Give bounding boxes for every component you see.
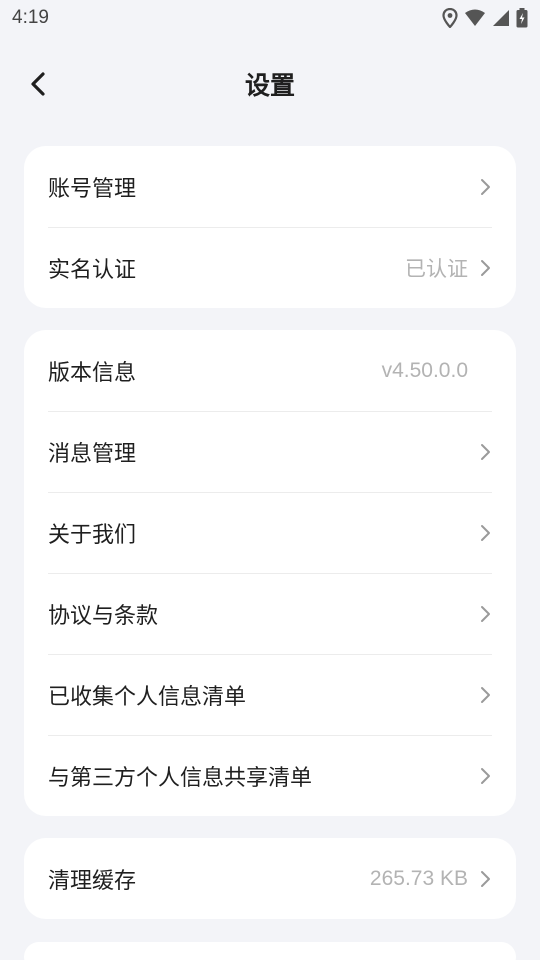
row-message-management[interactable]: 消息管理 [24, 411, 516, 492]
back-button[interactable] [22, 68, 54, 100]
chevron-right-icon [481, 605, 490, 622]
version-value: v4.50.0.0 [381, 358, 468, 382]
row-label: 关于我们 [48, 522, 137, 548]
chevron-right-icon [481, 524, 490, 541]
location-icon [442, 8, 458, 28]
status-bar: 4:19 [0, 0, 540, 36]
row-real-name-verification[interactable]: 实名认证 已认证 [24, 227, 516, 308]
status-icons [442, 8, 528, 28]
row-label: 实名认证 [48, 257, 137, 283]
signal-icon [492, 9, 510, 27]
chevron-right-icon [481, 686, 490, 703]
header: 设置 [0, 54, 540, 114]
row-label: 已收集个人信息清单 [48, 684, 247, 710]
page-title: 设置 [244, 71, 295, 100]
settings-group-next [24, 942, 516, 960]
chevron-right-icon [481, 443, 490, 460]
verification-status: 已认证 [405, 257, 468, 281]
settings-group-info: 版本信息 v4.50.0.0 消息管理 关于我们 协议与条款 已收集个人信息清单… [24, 330, 516, 816]
row-label: 消息管理 [48, 441, 137, 467]
settings-group-cache: 清理缓存 265.73 KB [24, 838, 516, 919]
wifi-icon [464, 9, 486, 27]
row-version-info[interactable]: 版本信息 v4.50.0.0 [24, 330, 516, 411]
chevron-right-icon [481, 178, 490, 195]
chevron-left-icon [31, 72, 45, 96]
settings-group-account: 账号管理 实名认证 已认证 [24, 146, 516, 308]
row-label: 与第三方个人信息共享清单 [48, 765, 313, 791]
chevron-right-icon [481, 767, 490, 784]
chevron-right-icon [481, 259, 490, 276]
row-label: 版本信息 [48, 360, 137, 386]
row-label: 账号管理 [48, 176, 137, 202]
chevron-right-icon [481, 870, 490, 887]
row-agreements-terms[interactable]: 协议与条款 [24, 573, 516, 654]
row-collected-personal-info[interactable]: 已收集个人信息清单 [24, 654, 516, 735]
row-clear-cache[interactable]: 清理缓存 265.73 KB [24, 838, 516, 919]
battery-charging-icon [516, 8, 528, 28]
row-third-party-sharing[interactable]: 与第三方个人信息共享清单 [24, 735, 516, 816]
cache-size: 265.73 KB [369, 866, 468, 890]
row-label: 清理缓存 [48, 868, 137, 894]
row-label: 协议与条款 [48, 603, 159, 629]
row-about-us[interactable]: 关于我们 [24, 492, 516, 573]
status-time: 4:19 [12, 7, 49, 28]
row-account-management[interactable]: 账号管理 [24, 146, 516, 227]
